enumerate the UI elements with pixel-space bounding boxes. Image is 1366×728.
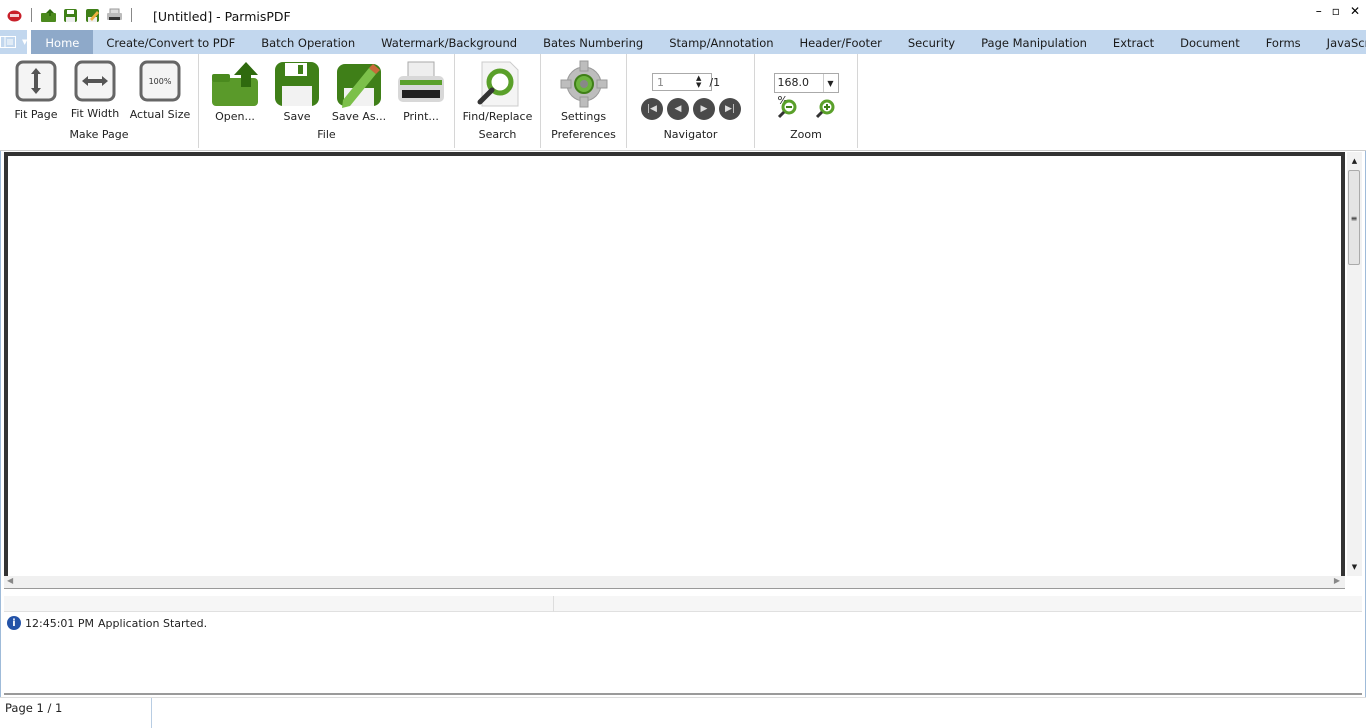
chevron-down-icon: ▼	[822, 74, 838, 92]
scroll-right-arrow[interactable]: ▶	[1334, 576, 1340, 585]
minimize-button[interactable]: –	[1316, 4, 1322, 18]
zoom-in-icon[interactable]	[815, 99, 835, 119]
svg-text:100%: 100%	[149, 77, 172, 86]
actual-size-icon: 100%	[139, 60, 181, 102]
group-label: Zoom	[790, 128, 822, 141]
save-as-pencil-icon	[337, 64, 381, 108]
group-label: Preferences	[551, 128, 616, 141]
log-entry: i 12:45:01 PM Application Started.	[7, 616, 207, 630]
separator	[31, 8, 32, 22]
restore-button[interactable]: ▫	[1332, 4, 1340, 18]
document-view[interactable]	[4, 152, 1345, 576]
tab-watermark-background[interactable]: Watermark/Background	[368, 30, 530, 54]
previous-page-button[interactable]: ◀	[667, 98, 689, 120]
tab-forms[interactable]: Forms	[1253, 30, 1314, 54]
log-message: Application Started.	[98, 616, 208, 630]
tab-bates-numbering[interactable]: Bates Numbering	[530, 30, 656, 54]
quick-access-toolbar	[6, 8, 135, 23]
next-page-button[interactable]: ▶	[693, 98, 715, 120]
app-icon[interactable]	[6, 8, 23, 23]
find-replace-button[interactable]: Find/Replace	[463, 54, 532, 128]
group-label: File	[317, 128, 336, 141]
divider	[151, 698, 152, 728]
zoom-out-icon[interactable]	[777, 99, 797, 119]
separator	[131, 8, 132, 22]
app-menu-button[interactable]: ▼	[0, 30, 32, 54]
log-panel: i 12:45:01 PM Application Started.	[4, 613, 1362, 695]
settings-button[interactable]: Settings	[560, 54, 608, 128]
first-page-button[interactable]: |◀	[641, 98, 663, 120]
fit-width-button[interactable]: Fit Width	[64, 54, 126, 128]
scroll-left-arrow[interactable]: ◀	[7, 576, 13, 585]
group-label: Make Page	[69, 128, 129, 141]
log-header	[4, 596, 1362, 612]
print-button[interactable]: Print...	[393, 54, 449, 128]
vertical-scrollbar[interactable]: ▲ ≡ ▼	[1347, 152, 1362, 576]
save-icon[interactable]	[62, 8, 79, 23]
tab-security[interactable]: Security	[895, 30, 968, 54]
horizontal-scrollbar[interactable]: ◀ ▶	[4, 576, 1345, 589]
page-indicator: Page 1 / 1	[5, 701, 63, 715]
tab-header-footer[interactable]: Header/Footer	[787, 30, 895, 54]
tab-create-convert[interactable]: Create/Convert to PDF	[93, 30, 248, 54]
group-navigator: ▲▼ /1 |◀ ◀ ▶ ▶| Navigator	[627, 54, 755, 148]
open-folder-icon	[212, 62, 258, 106]
log-time: 12:45:01 PM	[25, 616, 95, 630]
tab-extract[interactable]: Extract	[1100, 30, 1167, 54]
print-icon[interactable]	[106, 8, 123, 23]
fit-page-icon	[15, 60, 57, 102]
group-make-page: Fit Page Fit Width 100% Actual Size Make…	[0, 54, 199, 148]
save-disk-icon	[275, 62, 319, 106]
ribbon: Fit Page Fit Width 100% Actual Size Make…	[0, 54, 1366, 151]
save-as-icon[interactable]	[84, 8, 101, 23]
open-icon[interactable]	[40, 8, 57, 23]
group-label: Navigator	[663, 128, 718, 141]
title-bar: [Untitled] - ParmisPDF – ▫ ✕	[0, 0, 1366, 30]
status-bar: Page 1 / 1	[0, 697, 1366, 728]
group-zoom: 168.0 % ▼ Zoom	[755, 54, 858, 148]
scroll-down-arrow[interactable]: ▼	[1347, 563, 1362, 571]
window-title: [Untitled] - ParmisPDF	[153, 9, 291, 24]
last-page-button[interactable]: ▶|	[719, 98, 741, 120]
gear-icon	[560, 60, 607, 108]
open-button[interactable]: Open...	[207, 54, 263, 128]
tab-home[interactable]: Home	[31, 30, 94, 54]
save-button[interactable]: Save	[269, 54, 325, 128]
panel-icon	[0, 36, 16, 48]
group-preferences: Settings Preferences	[541, 54, 627, 148]
fit-width-icon	[74, 60, 116, 102]
menu-bar: ▼ Home Create/Convert to PDF Batch Opera…	[0, 30, 1366, 54]
tab-stamp-annotation[interactable]: Stamp/Annotation	[656, 30, 786, 54]
zoom-select[interactable]: 168.0 % ▼	[773, 73, 839, 107]
page-number-input[interactable]	[652, 73, 712, 91]
fit-page-button[interactable]: Fit Page	[10, 54, 62, 128]
group-file: Open... Save Save As... Print... File	[199, 54, 455, 148]
page-total: /1	[709, 75, 721, 89]
find-replace-icon	[477, 61, 519, 107]
printer-icon	[398, 61, 444, 102]
tab-batch-operation[interactable]: Batch Operation	[248, 30, 368, 54]
scroll-up-arrow[interactable]: ▲	[1347, 157, 1362, 165]
page-spinner[interactable]: ▲ ▼	[696, 75, 701, 89]
group-search: Find/Replace Search	[455, 54, 541, 148]
group-label: Search	[478, 128, 517, 141]
actual-size-button[interactable]: 100% Actual Size	[128, 54, 192, 128]
tab-document[interactable]: Document	[1167, 30, 1253, 54]
chevron-down-icon: ▼	[22, 38, 28, 46]
tab-page-manipulation[interactable]: Page Manipulation	[968, 30, 1100, 54]
tab-javascript[interactable]: JavaScript	[1314, 30, 1366, 54]
info-icon: i	[7, 616, 21, 630]
close-button[interactable]: ✕	[1350, 4, 1360, 18]
scroll-thumb[interactable]: ≡	[1348, 170, 1360, 265]
save-as-button[interactable]: Save As...	[331, 54, 387, 128]
